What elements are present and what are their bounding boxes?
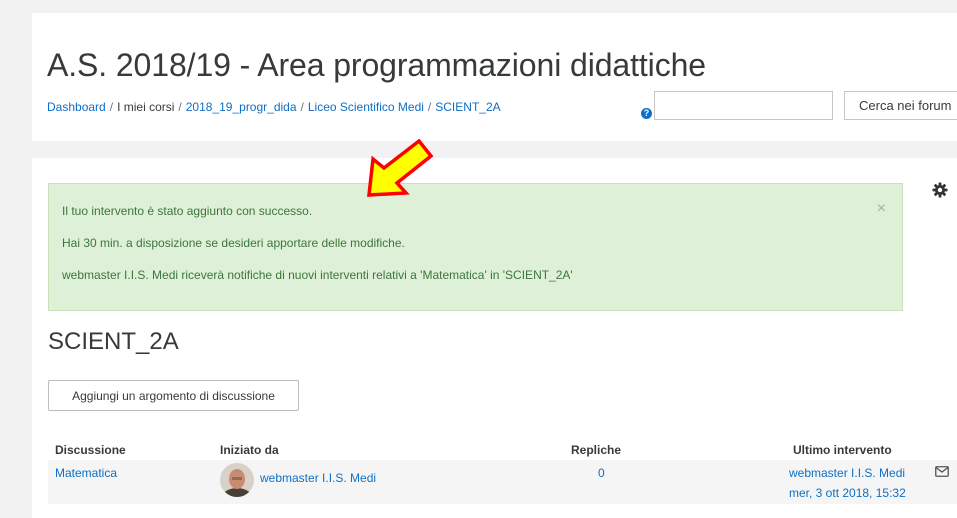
- column-header-replies: Repliche: [571, 443, 622, 457]
- column-header-discussion: Discussione: [55, 443, 126, 457]
- breadcrumb-course-category[interactable]: 2018_19_progr_dida: [186, 100, 297, 114]
- breadcrumb-separator: /: [300, 100, 304, 114]
- column-header-started-by: Iniziato da: [220, 443, 279, 457]
- question-circle-icon[interactable]: ?: [641, 108, 652, 119]
- breadcrumb-separator: /: [427, 100, 432, 114]
- replies-count-link[interactable]: 0: [598, 466, 605, 480]
- success-alert: Il tuo intervento è stato aggiunto con s…: [48, 183, 903, 311]
- breadcrumb-dashboard[interactable]: Dashboard: [47, 100, 106, 114]
- breadcrumb: Dashboard / I miei corsi/2018_19_progr_did…: [47, 100, 501, 114]
- last-post-date-link[interactable]: mer, 3 ott 2018, 15:32: [789, 486, 906, 500]
- avatar[interactable]: [220, 463, 254, 497]
- mail-icon[interactable]: [935, 466, 949, 477]
- breadcrumb-school[interactable]: Liceo Scientifico Medi: [308, 100, 424, 114]
- page-header: A.S. 2018/19 - Area programmazioni didat…: [32, 13, 957, 141]
- alert-message-edit-time: Hai 30 min. a disposizione se desideri a…: [62, 236, 405, 250]
- gear-icon[interactable]: [932, 182, 948, 198]
- column-header-last-post: Ultimo intervento: [793, 443, 892, 457]
- breadcrumb-separator: /: [109, 100, 114, 114]
- forum-search-button[interactable]: Cerca nei forum: [844, 91, 957, 120]
- breadcrumb-class[interactable]: SCIENT_2A: [435, 100, 500, 114]
- alert-message-posted: Il tuo intervento è stato aggiunto con s…: [62, 204, 313, 218]
- forum-search-input[interactable]: [654, 91, 833, 120]
- started-by-link[interactable]: webmaster I.I.S. Medi: [260, 471, 376, 485]
- discussion-link[interactable]: Matematica: [55, 466, 117, 480]
- breadcrumb-separator: /: [178, 100, 182, 114]
- forum-title: SCIENT_2A: [48, 328, 179, 355]
- add-topic-button[interactable]: Aggiungi un argomento di discussione: [48, 380, 299, 411]
- alert-message-notifications: webmaster I.I.S. Medi riceverà notifiche…: [62, 268, 573, 282]
- breadcrumb-my-courses: I miei corsi: [117, 100, 175, 114]
- page-title: A.S. 2018/19 - Area programmazioni didat…: [47, 47, 706, 83]
- close-icon[interactable]: ×: [877, 201, 886, 217]
- yellow-arrow-annotation: [367, 138, 434, 197]
- last-post-author-link[interactable]: webmaster I.I.S. Medi: [789, 466, 905, 480]
